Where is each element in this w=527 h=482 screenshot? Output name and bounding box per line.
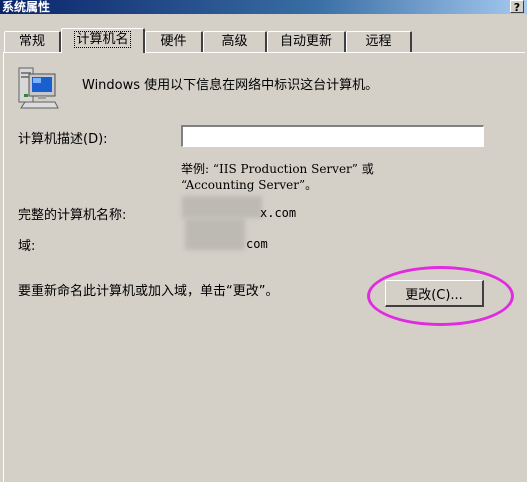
- tab-remote[interactable]: 远程: [346, 31, 412, 52]
- tab-automatic-updates-label: 自动更新: [279, 34, 332, 49]
- tab-general[interactable]: 常规: [4, 31, 61, 52]
- example-line-1: 举例: “IIS Production Server” 或: [181, 162, 374, 176]
- example-line-2: “Accounting Server”。: [181, 178, 318, 192]
- tab-hardware-label: 硬件: [160, 34, 187, 49]
- computer-description-input[interactable]: [181, 125, 484, 147]
- tab-hardware[interactable]: 硬件: [145, 31, 203, 52]
- tab-automatic-updates[interactable]: 自动更新: [267, 31, 346, 52]
- tab-advanced[interactable]: 高级: [203, 31, 267, 52]
- tab-computer-name[interactable]: 计算机名: [61, 28, 145, 53]
- redacted-area: [185, 218, 245, 250]
- redacted-area: [182, 196, 262, 218]
- tab-advanced-label: 高级: [221, 34, 248, 49]
- full-name-label: 完整的计算机名称:: [18, 208, 127, 223]
- help-button[interactable]: ?: [510, 0, 524, 14]
- tab-general-label: 常规: [18, 34, 45, 49]
- rename-instruction: 要重新命名此计算机或加入域，单击“更改”。: [18, 284, 279, 299]
- tab-panel: [3, 52, 525, 482]
- domain-label: 域:: [18, 239, 36, 254]
- description-label: 计算机描述(D):: [18, 132, 108, 147]
- title-bar: 系统属性 ?: [0, 0, 527, 14]
- tab-computer-name-label: 计算机名: [74, 31, 131, 48]
- change-button[interactable]: 更改(C)...: [385, 280, 484, 307]
- example-text: 举例: “IIS Production Server” 或 “Accountin…: [181, 161, 374, 193]
- window-title: 系统属性: [2, 0, 51, 14]
- domain-value: com: [246, 237, 268, 251]
- tab-remote-label: 远程: [365, 34, 392, 49]
- computer-icon: [18, 67, 59, 109]
- full-name-value: x.com: [260, 206, 297, 220]
- intro-text: Windows 使用以下信息在网络中标识这台计算机。: [82, 78, 379, 93]
